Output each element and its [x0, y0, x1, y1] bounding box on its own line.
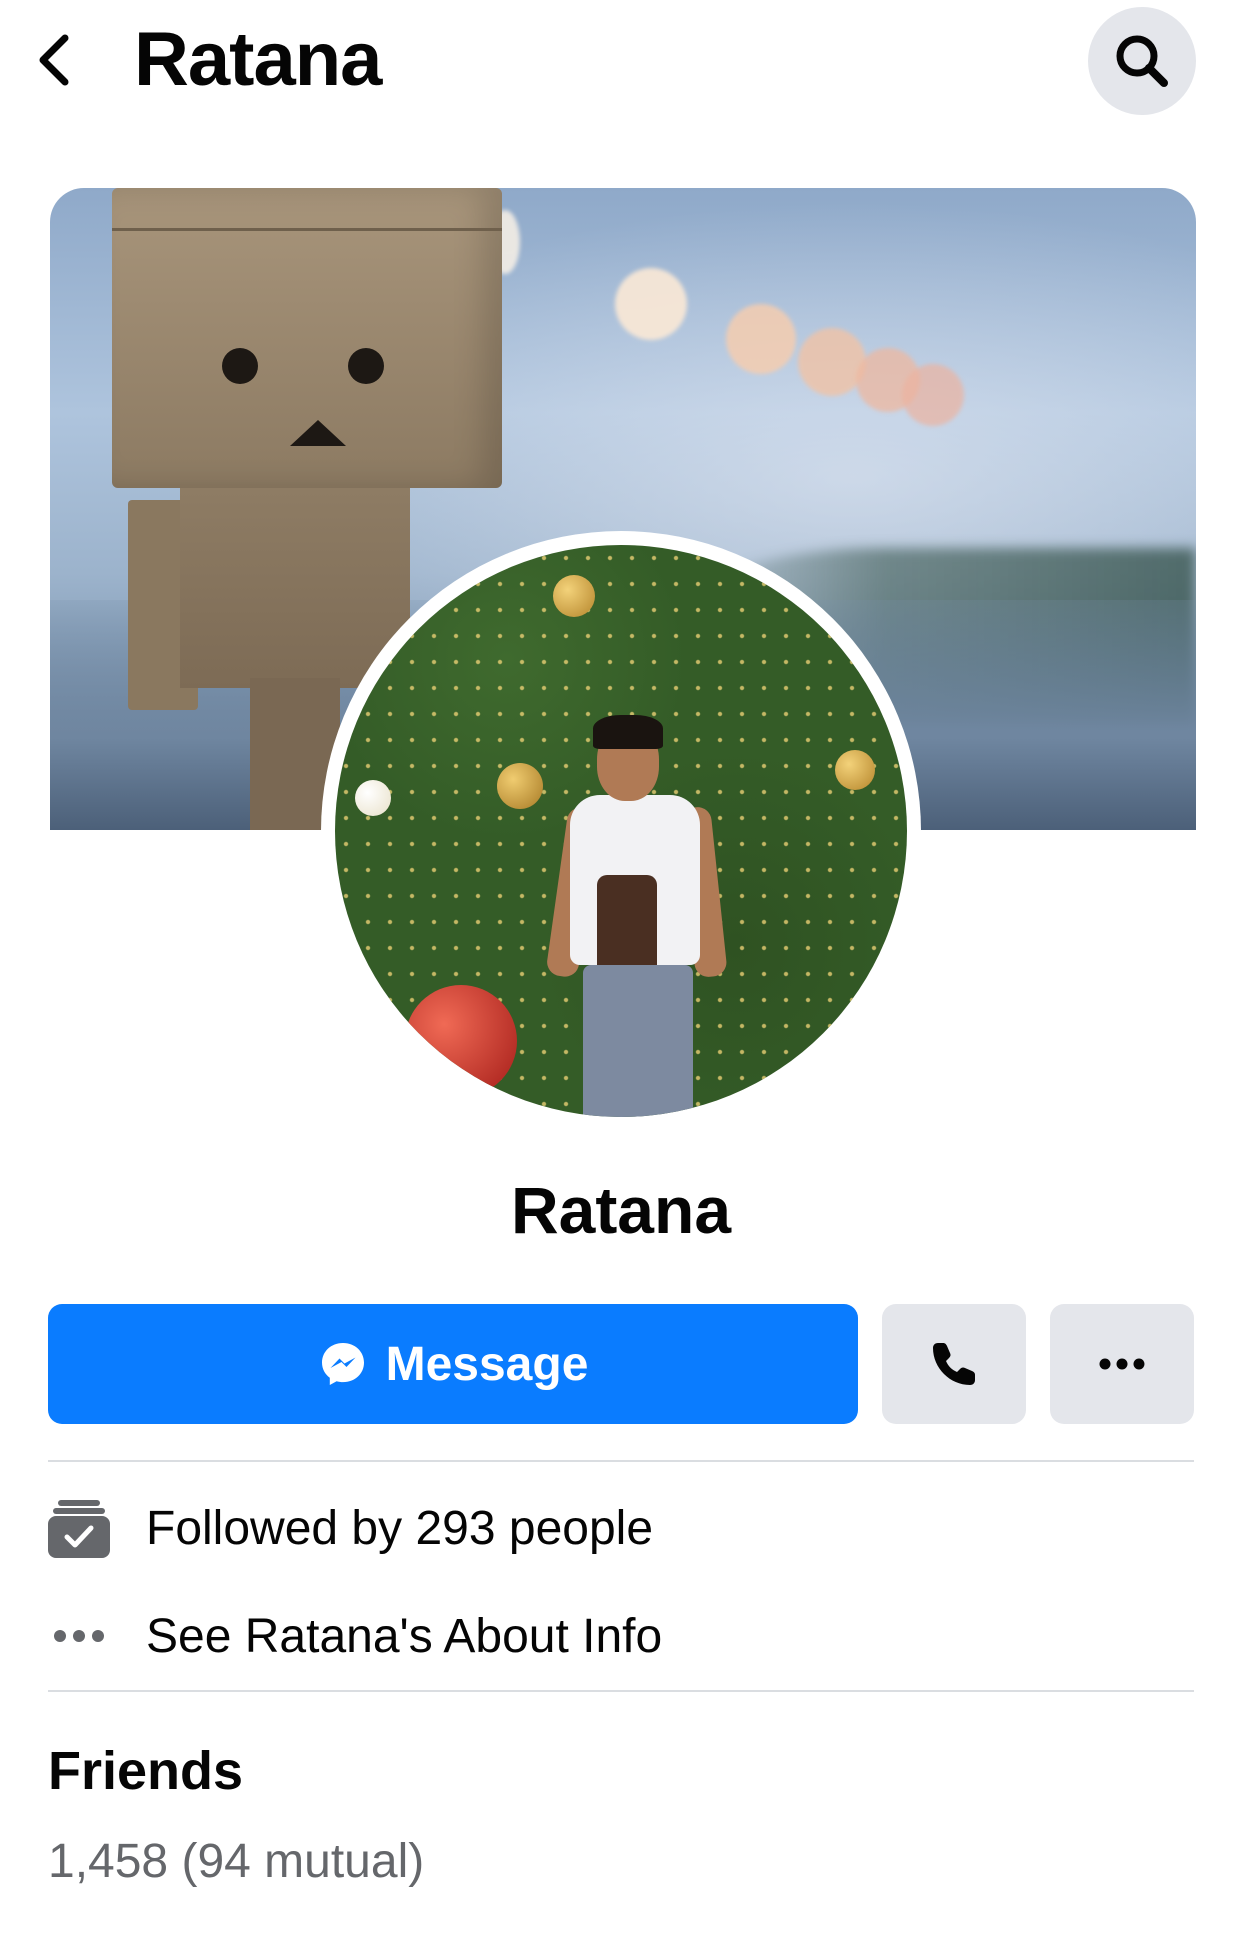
phone-icon — [933, 1343, 975, 1385]
call-button[interactable] — [882, 1304, 1026, 1424]
about-info-link[interactable]: See Ratana's About Info — [146, 1609, 662, 1664]
message-button-label: Message — [385, 1337, 589, 1391]
search-icon — [1116, 35, 1168, 87]
page-title: Ratana — [134, 17, 382, 102]
profile-name: Ratana — [510, 1173, 732, 1247]
back-button[interactable] — [30, 28, 80, 92]
top-bar: Ratana — [0, 0, 1242, 130]
followers-row: Followed by 293 people — [48, 1478, 1194, 1578]
friends-count[interactable]: 1,458 (94 mutual) — [48, 1834, 424, 1889]
followers-icon — [48, 1497, 110, 1559]
messenger-icon — [321, 1343, 364, 1385]
more-horizontal-icon — [1099, 1358, 1145, 1370]
followers-text: Followed by 293 people — [146, 1501, 654, 1555]
divider — [48, 1690, 1194, 1692]
search-button[interactable] — [1088, 7, 1196, 115]
ellipsis-icon — [48, 1605, 110, 1667]
divider — [48, 1460, 1194, 1462]
more-options-button[interactable] — [1050, 1304, 1194, 1424]
message-button[interactable]: Message — [48, 1304, 858, 1424]
friends-heading: Friends — [48, 1741, 244, 1801]
profile-picture[interactable] — [321, 531, 921, 1131]
chevron-left-icon — [39, 34, 69, 86]
about-info-row[interactable]: See Ratana's About Info — [48, 1586, 1194, 1686]
avatar-image — [335, 545, 907, 1117]
